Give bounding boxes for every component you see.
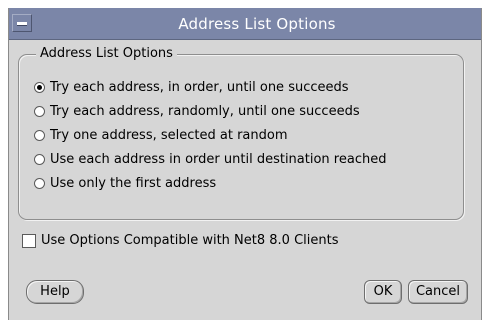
radio-label[interactable]: Use each address in order until destinat… xyxy=(50,150,386,170)
radio-label[interactable]: Try one address, selected at random xyxy=(50,126,288,146)
help-button[interactable]: Help xyxy=(26,280,84,304)
group-legend: Address List Options xyxy=(36,45,177,63)
radio-button[interactable] xyxy=(34,130,45,141)
radio-button[interactable] xyxy=(34,154,45,165)
compat-net8-label[interactable]: Use Options Compatible with Net8 8.0 Cli… xyxy=(41,231,338,251)
title-bar[interactable]: Address List Options xyxy=(9,8,481,40)
cancel-button[interactable]: Cancel xyxy=(408,280,468,304)
radio-label[interactable]: Use only the first address xyxy=(50,174,216,194)
radio-label[interactable]: Try each address, randomly, until one su… xyxy=(50,102,360,122)
compat-net8-checkbox[interactable] xyxy=(22,234,36,248)
system-menu-icon[interactable] xyxy=(12,14,32,32)
radio-button-selected[interactable] xyxy=(34,82,45,93)
radio-label[interactable]: Try each address, in order, until one su… xyxy=(50,78,349,98)
window-title: Address List Options xyxy=(178,15,336,33)
system-menu-bar xyxy=(17,22,27,26)
ok-button[interactable]: OK xyxy=(364,280,402,304)
radio-button[interactable] xyxy=(34,178,45,189)
radio-button[interactable] xyxy=(34,106,45,117)
